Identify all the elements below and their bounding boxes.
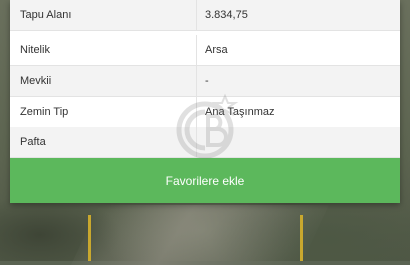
background-post	[300, 215, 303, 261]
column-divider	[196, 66, 197, 96]
column-divider	[196, 127, 197, 157]
detail-label: Zemin Tip	[20, 106, 69, 118]
column-divider	[196, 0, 197, 30]
detail-label: Nitelik	[20, 44, 50, 56]
detail-row-pafta: Pafta	[10, 127, 400, 158]
property-details-card: Tapu Alanı 3.834,75 Nitelik Arsa Mevkii …	[10, 0, 400, 203]
detail-value: 3.834,75	[205, 9, 248, 21]
column-divider	[196, 35, 197, 65]
detail-label: Tapu Alanı	[20, 9, 72, 21]
detail-row-nitelik: Nitelik Arsa	[10, 35, 400, 66]
detail-label: Pafta	[20, 136, 46, 148]
detail-value: Ana Taşınmaz	[205, 106, 275, 118]
detail-value: Arsa	[205, 44, 228, 56]
detail-row-zemin-tip: Zemin Tip Ana Taşınmaz	[10, 97, 400, 128]
add-to-favorites-button[interactable]: Favorilere ekle	[10, 158, 400, 203]
background-post	[88, 215, 91, 261]
detail-value: -	[205, 75, 209, 87]
detail-row-mevkii: Mevkii -	[10, 66, 400, 97]
background-road	[71, 205, 329, 265]
detail-label: Mevkii	[20, 75, 52, 87]
column-divider	[196, 97, 197, 127]
detail-row-tapu-alani: Tapu Alanı 3.834,75	[10, 0, 400, 31]
